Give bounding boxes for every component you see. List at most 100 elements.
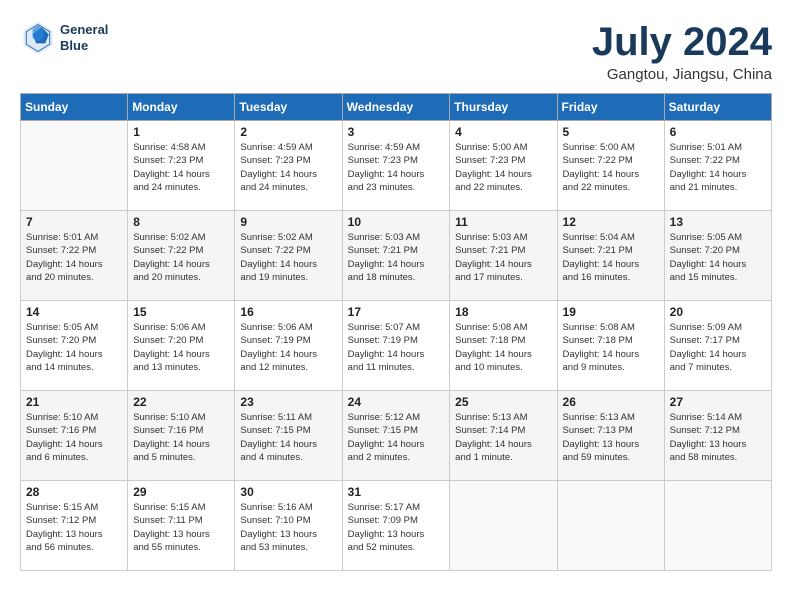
calendar-body: 1 Sunrise: 4:58 AM Sunset: 7:23 PM Daylig…: [21, 121, 772, 571]
logo-text: General Blue: [60, 22, 108, 53]
calendar-cell: 27 Sunrise: 5:14 AM Sunset: 7:12 PM Dayli…: [664, 391, 771, 481]
calendar-cell: 18 Sunrise: 5:08 AM Sunset: 7:18 PM Dayli…: [450, 301, 557, 391]
day-number: 20: [670, 305, 766, 319]
day-info: Sunrise: 5:10 AM Sunset: 7:16 PM Dayligh…: [133, 411, 229, 464]
calendar-table: SundayMondayTuesdayWednesdayThursdayFrid…: [20, 93, 772, 571]
calendar-cell: 29Sunrise: 5:15 AM Sunset: 7:11 PM Dayli…: [128, 481, 235, 571]
calendar-cell: [21, 121, 128, 211]
day-info: Sunrise: 5:01 AM Sunset: 7:22 PM Dayligh…: [670, 141, 766, 194]
calendar-cell: 21 Sunrise: 5:10 AM Sunset: 7:16 PM Dayli…: [21, 391, 128, 481]
day-info: Sunrise: 5:06 AM Sunset: 7:19 PM Dayligh…: [240, 321, 336, 374]
day-number: 7: [26, 215, 122, 229]
day-info: Sunrise: 5:09 AM Sunset: 7:17 PM Dayligh…: [670, 321, 766, 374]
day-info: Sunrise: 5:15 AM Sunset: 7:12 PM Dayligh…: [26, 501, 122, 554]
calendar-header: SundayMondayTuesdayWednesdayThursdayFrid…: [21, 94, 772, 121]
day-info: Sunrise: 5:00 AM Sunset: 7:22 PM Dayligh…: [563, 141, 659, 194]
logo: General Blue: [20, 20, 108, 56]
day-info: Sunrise: 5:11 AM Sunset: 7:15 PM Dayligh…: [240, 411, 336, 464]
calendar-cell: 2Sunrise: 4:59 AM Sunset: 7:23 PM Daylig…: [235, 121, 342, 211]
calendar-cell: 9 Sunrise: 5:02 AM Sunset: 7:22 PM Daylig…: [235, 211, 342, 301]
day-number: 21: [26, 395, 122, 409]
month-title: July 2024: [592, 20, 772, 64]
day-info: Sunrise: 4:59 AM Sunset: 7:23 PM Dayligh…: [240, 141, 336, 194]
day-number: 14: [26, 305, 122, 319]
day-info: Sunrise: 5:02 AM Sunset: 7:22 PM Dayligh…: [240, 231, 336, 284]
day-info: Sunrise: 5:05 AM Sunset: 7:20 PM Dayligh…: [26, 321, 122, 374]
header-row: SundayMondayTuesdayWednesdayThursdayFrid…: [21, 94, 772, 121]
day-info: Sunrise: 5:15 AM Sunset: 7:11 PM Dayligh…: [133, 501, 229, 554]
calendar-cell: 19 Sunrise: 5:08 AM Sunset: 7:18 PM Dayli…: [557, 301, 664, 391]
day-number: 24: [348, 395, 445, 409]
calendar-cell: 22 Sunrise: 5:10 AM Sunset: 7:16 PM Dayli…: [128, 391, 235, 481]
day-info: Sunrise: 5:10 AM Sunset: 7:16 PM Dayligh…: [26, 411, 122, 464]
calendar-week-row: 14 Sunrise: 5:05 AM Sunset: 7:20 PM Dayli…: [21, 301, 772, 391]
day-number: 3: [348, 125, 445, 139]
calendar-cell: 14 Sunrise: 5:05 AM Sunset: 7:20 PM Dayli…: [21, 301, 128, 391]
day-number: 25: [455, 395, 551, 409]
day-info: Sunrise: 5:05 AM Sunset: 7:20 PM Dayligh…: [670, 231, 766, 284]
calendar-cell: [450, 481, 557, 571]
calendar-cell: 8Sunrise: 5:02 AM Sunset: 7:22 PM Daylig…: [128, 211, 235, 301]
day-info: Sunrise: 5:03 AM Sunset: 7:21 PM Dayligh…: [455, 231, 551, 284]
day-info: Sunrise: 5:02 AM Sunset: 7:22 PM Dayligh…: [133, 231, 229, 284]
day-number: 18: [455, 305, 551, 319]
calendar-cell: 5Sunrise: 5:00 AM Sunset: 7:22 PM Daylig…: [557, 121, 664, 211]
title-block: July 2024 Gangtou, Jiangsu, China: [592, 20, 772, 83]
day-info: Sunrise: 5:08 AM Sunset: 7:18 PM Dayligh…: [563, 321, 659, 374]
day-info: Sunrise: 5:06 AM Sunset: 7:20 PM Dayligh…: [133, 321, 229, 374]
day-info: Sunrise: 4:58 AM Sunset: 7:23 PM Dayligh…: [133, 141, 229, 194]
day-number: 26: [563, 395, 659, 409]
logo-icon: [20, 20, 56, 56]
day-info: Sunrise: 5:14 AM Sunset: 7:12 PM Dayligh…: [670, 411, 766, 464]
weekday-header: Sunday: [21, 94, 128, 121]
day-number: 16: [240, 305, 336, 319]
calendar-cell: 31Sunrise: 5:17 AM Sunset: 7:09 PM Dayli…: [342, 481, 450, 571]
logo-line2: Blue: [60, 38, 108, 54]
day-info: Sunrise: 5:01 AM Sunset: 7:22 PM Dayligh…: [26, 231, 122, 284]
day-info: Sunrise: 5:04 AM Sunset: 7:21 PM Dayligh…: [563, 231, 659, 284]
day-number: 6: [670, 125, 766, 139]
logo-line1: General: [60, 22, 108, 38]
day-info: Sunrise: 5:08 AM Sunset: 7:18 PM Dayligh…: [455, 321, 551, 374]
day-number: 28: [26, 485, 122, 499]
calendar-cell: 17Sunrise: 5:07 AM Sunset: 7:19 PM Dayli…: [342, 301, 450, 391]
day-info: Sunrise: 5:13 AM Sunset: 7:14 PM Dayligh…: [455, 411, 551, 464]
calendar-cell: 10 Sunrise: 5:03 AM Sunset: 7:21 PM Dayli…: [342, 211, 450, 301]
location: Gangtou, Jiangsu, China: [592, 66, 772, 83]
weekday-header: Thursday: [450, 94, 557, 121]
calendar-cell: 23Sunrise: 5:11 AM Sunset: 7:15 PM Dayli…: [235, 391, 342, 481]
weekday-header: Friday: [557, 94, 664, 121]
day-info: Sunrise: 5:13 AM Sunset: 7:13 PM Dayligh…: [563, 411, 659, 464]
day-number: 4: [455, 125, 551, 139]
weekday-header: Monday: [128, 94, 235, 121]
day-number: 22: [133, 395, 229, 409]
calendar-cell: 30Sunrise: 5:16 AM Sunset: 7:10 PM Dayli…: [235, 481, 342, 571]
calendar-cell: 28 Sunrise: 5:15 AM Sunset: 7:12 PM Dayli…: [21, 481, 128, 571]
page-header: General Blue July 2024 Gangtou, Jiangsu,…: [20, 20, 772, 83]
day-number: 27: [670, 395, 766, 409]
day-number: 30: [240, 485, 336, 499]
day-info: Sunrise: 5:12 AM Sunset: 7:15 PM Dayligh…: [348, 411, 445, 464]
calendar-week-row: 21 Sunrise: 5:10 AM Sunset: 7:16 PM Dayli…: [21, 391, 772, 481]
day-number: 11: [455, 215, 551, 229]
calendar-cell: [557, 481, 664, 571]
day-info: Sunrise: 4:59 AM Sunset: 7:23 PM Dayligh…: [348, 141, 445, 194]
calendar-cell: [664, 481, 771, 571]
calendar-cell: 24 Sunrise: 5:12 AM Sunset: 7:15 PM Dayli…: [342, 391, 450, 481]
weekday-header: Saturday: [664, 94, 771, 121]
day-info: Sunrise: 5:17 AM Sunset: 7:09 PM Dayligh…: [348, 501, 445, 554]
calendar-week-row: 28 Sunrise: 5:15 AM Sunset: 7:12 PM Dayli…: [21, 481, 772, 571]
day-info: Sunrise: 5:00 AM Sunset: 7:23 PM Dayligh…: [455, 141, 551, 194]
day-number: 12: [563, 215, 659, 229]
day-number: 9: [240, 215, 336, 229]
day-number: 10: [348, 215, 445, 229]
day-info: Sunrise: 5:03 AM Sunset: 7:21 PM Dayligh…: [348, 231, 445, 284]
calendar-cell: 12 Sunrise: 5:04 AM Sunset: 7:21 PM Dayli…: [557, 211, 664, 301]
calendar-week-row: 1 Sunrise: 4:58 AM Sunset: 7:23 PM Daylig…: [21, 121, 772, 211]
calendar-cell: 15 Sunrise: 5:06 AM Sunset: 7:20 PM Dayli…: [128, 301, 235, 391]
calendar-week-row: 7 Sunrise: 5:01 AM Sunset: 7:22 PM Daylig…: [21, 211, 772, 301]
calendar-cell: 6 Sunrise: 5:01 AM Sunset: 7:22 PM Daylig…: [664, 121, 771, 211]
day-number: 1: [133, 125, 229, 139]
day-number: 15: [133, 305, 229, 319]
day-number: 19: [563, 305, 659, 319]
